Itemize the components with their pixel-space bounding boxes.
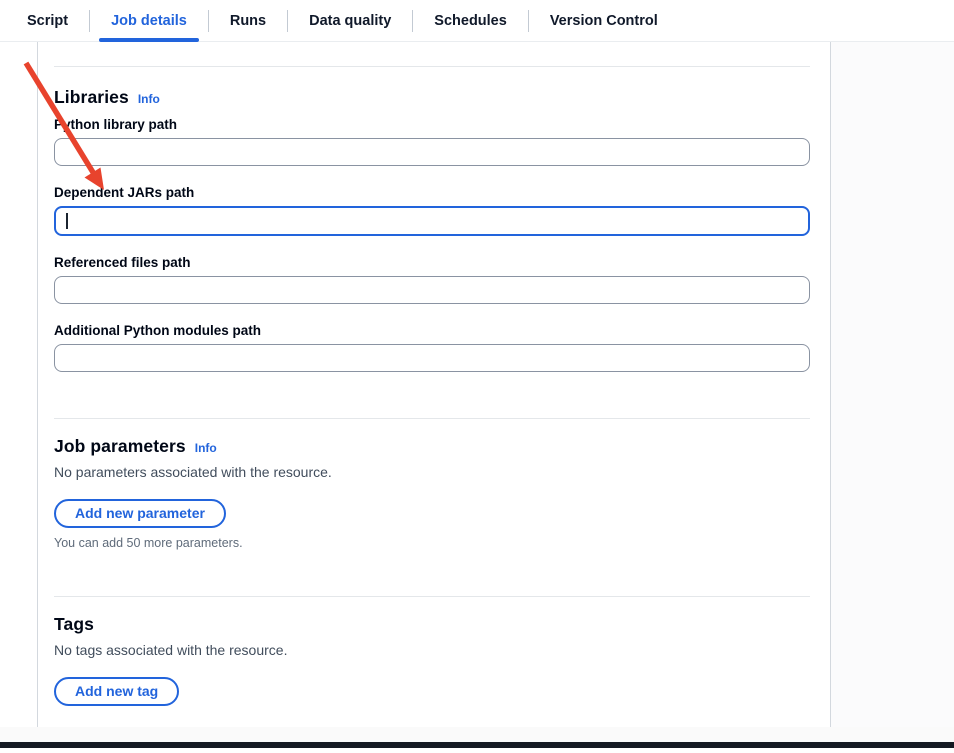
libraries-section: Libraries Info Python library path Depen…	[54, 87, 810, 372]
python-library-path-input[interactable]	[55, 139, 809, 165]
libraries-info-link[interactable]: Info	[138, 92, 160, 106]
bottom-strip	[0, 727, 954, 742]
additional-python-modules-path-input-wrap	[54, 344, 810, 372]
tab-data-quality[interactable]: Data quality	[288, 0, 412, 42]
libraries-title: Libraries	[54, 87, 129, 108]
job-parameters-title: Job parameters	[54, 436, 186, 457]
tab-schedules[interactable]: Schedules	[413, 0, 528, 42]
dependent-jars-path-input-wrap	[54, 206, 810, 236]
job-parameters-empty-text: No parameters associated with the resour…	[54, 464, 810, 480]
job-parameters-note: You can add 50 more parameters.	[54, 536, 810, 550]
content-row: Libraries Info Python library path Depen…	[0, 42, 954, 727]
section-divider	[54, 596, 810, 597]
job-parameters-section: Job parameters Info No parameters associ…	[54, 436, 810, 550]
python-library-path-field: Python library path	[54, 117, 810, 166]
tags-section: Tags No tags associated with the resourc…	[54, 614, 810, 706]
additional-python-modules-path-label: Additional Python modules path	[54, 323, 810, 338]
section-divider	[54, 66, 810, 67]
job-details-panel: Libraries Info Python library path Depen…	[37, 42, 831, 727]
dependent-jars-path-field: Dependent JARs path	[54, 185, 810, 236]
tab-runs[interactable]: Runs	[209, 0, 287, 42]
referenced-files-path-input[interactable]	[55, 277, 809, 303]
referenced-files-path-label: Referenced files path	[54, 255, 810, 270]
referenced-files-path-input-wrap	[54, 276, 810, 304]
window-bottom-edge	[0, 742, 954, 748]
job-parameters-info-link[interactable]: Info	[195, 441, 217, 455]
text-cursor	[66, 213, 68, 229]
python-library-path-label: Python library path	[54, 117, 810, 132]
section-divider	[54, 418, 810, 419]
referenced-files-path-field: Referenced files path	[54, 255, 810, 304]
dependent-jars-path-input[interactable]	[56, 208, 808, 234]
additional-python-modules-path-input[interactable]	[55, 345, 809, 371]
additional-python-modules-path-field: Additional Python modules path	[54, 323, 810, 372]
tab-bar: Script Job details Runs Data quality Sch…	[0, 0, 954, 42]
glue-job-details-screen: Script Job details Runs Data quality Sch…	[0, 0, 954, 753]
tags-title: Tags	[54, 614, 94, 635]
tab-script[interactable]: Script	[6, 0, 89, 42]
dependent-jars-path-label: Dependent JARs path	[54, 185, 810, 200]
right-gutter	[831, 42, 954, 727]
tab-version-control[interactable]: Version Control	[529, 0, 679, 42]
add-new-parameter-button[interactable]: Add new parameter	[54, 499, 226, 528]
python-library-path-input-wrap	[54, 138, 810, 166]
tags-empty-text: No tags associated with the resource.	[54, 642, 810, 658]
add-new-tag-button[interactable]: Add new tag	[54, 677, 179, 706]
left-gutter	[0, 42, 37, 727]
tab-job-details[interactable]: Job details	[90, 0, 208, 42]
